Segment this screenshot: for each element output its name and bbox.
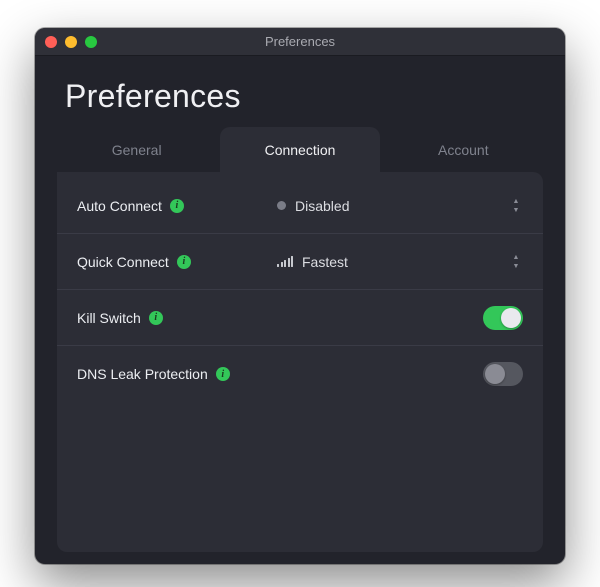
row-label: Kill Switch i bbox=[77, 310, 277, 326]
label-text: DNS Leak Protection bbox=[77, 366, 208, 382]
kill-switch-toggle[interactable] bbox=[483, 306, 523, 330]
info-icon[interactable]: i bbox=[177, 255, 191, 269]
row-kill-switch: Kill Switch i bbox=[57, 290, 543, 346]
toggle-off-icon bbox=[483, 362, 523, 386]
tab-label: General bbox=[112, 142, 162, 158]
auto-connect-select[interactable]: Disabled ▲▼ bbox=[277, 198, 523, 214]
page-header: Preferences bbox=[35, 56, 565, 127]
info-icon[interactable]: i bbox=[216, 367, 230, 381]
tab-general[interactable]: General bbox=[57, 127, 216, 173]
updown-icon[interactable]: ▲▼ bbox=[509, 198, 523, 214]
info-icon[interactable]: i bbox=[170, 199, 184, 213]
row-label: DNS Leak Protection i bbox=[77, 366, 277, 382]
tab-content: Auto Connect i Disabled ▲▼ Quick Connect… bbox=[57, 172, 543, 552]
signal-bars-icon bbox=[277, 256, 293, 267]
toggle-knob bbox=[501, 308, 521, 328]
tab-label: Connection bbox=[265, 142, 336, 158]
label-text: Quick Connect bbox=[77, 254, 169, 270]
tab-account[interactable]: Account bbox=[384, 127, 543, 173]
tabbar: General Connection Account bbox=[35, 127, 565, 173]
label-text: Auto Connect bbox=[77, 198, 162, 214]
titlebar: Preferences bbox=[35, 28, 565, 56]
toggle-on-icon bbox=[483, 306, 523, 330]
info-icon[interactable]: i bbox=[149, 311, 163, 325]
window-controls bbox=[45, 36, 97, 48]
dns-leak-toggle[interactable] bbox=[483, 362, 523, 386]
label-text: Kill Switch bbox=[77, 310, 141, 326]
maximize-icon[interactable] bbox=[85, 36, 97, 48]
minimize-icon[interactable] bbox=[65, 36, 77, 48]
tab-connection[interactable]: Connection bbox=[220, 127, 379, 173]
window-title: Preferences bbox=[35, 34, 565, 49]
select-value: Disabled bbox=[295, 198, 349, 214]
select-value: Fastest bbox=[302, 254, 348, 270]
close-icon[interactable] bbox=[45, 36, 57, 48]
row-label: Auto Connect i bbox=[77, 198, 277, 214]
tab-label: Account bbox=[438, 142, 489, 158]
row-label: Quick Connect i bbox=[77, 254, 277, 270]
preferences-window: Preferences Preferences General Connecti… bbox=[35, 28, 565, 564]
row-quick-connect: Quick Connect i Fastest ▲▼ bbox=[57, 234, 543, 290]
row-dns-leak-protection: DNS Leak Protection i bbox=[57, 346, 543, 402]
updown-icon[interactable]: ▲▼ bbox=[509, 254, 523, 270]
row-auto-connect: Auto Connect i Disabled ▲▼ bbox=[57, 178, 543, 234]
toggle-knob bbox=[485, 364, 505, 384]
quick-connect-select[interactable]: Fastest ▲▼ bbox=[277, 254, 523, 270]
page-title: Preferences bbox=[65, 78, 535, 115]
status-dot-icon bbox=[277, 201, 286, 210]
